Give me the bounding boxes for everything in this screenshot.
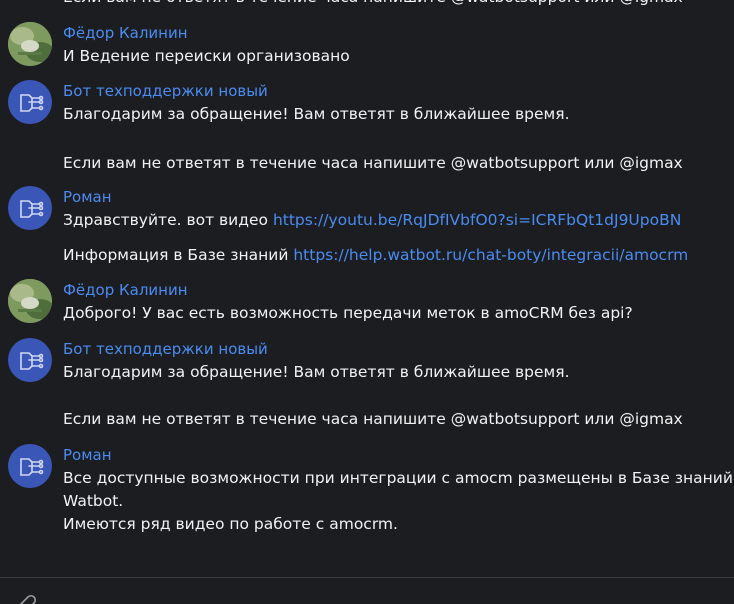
message-text: Все доступные возможности при интеграции… [63,469,733,487]
message-author[interactable]: Фёдор Калинин [63,279,188,301]
paperclip-icon[interactable] [16,592,38,604]
message-text-span: Информация в Базе знаний [63,246,294,264]
message-text-partial: Если вам не ответят в течение часа напиш… [63,0,683,9]
message-text: Watbot. [63,492,124,510]
emoji-icon[interactable] [176,596,188,604]
message-author[interactable]: Фёдор Калинин [63,22,188,44]
message-text: Если вам не ответят в течение часа напиш… [63,154,683,172]
user-photo-avatar[interactable] [8,279,52,323]
message-text: Здравствуйте. вот видео https://youtu.be… [63,209,681,232]
message-author[interactable]: Бот техподдержки новый [63,80,268,102]
user-photo-avatar[interactable] [8,22,52,66]
bot-avatar-icon[interactable] [8,80,52,124]
message-author[interactable]: Роман [63,444,112,466]
video-link[interactable]: https://youtu.be/RqJDfIVbfO0?si=ICRFbQt1… [273,211,681,229]
message-composer[interactable] [0,578,734,604]
bot-avatar-icon[interactable] [8,338,52,382]
message-author[interactable]: Роман [63,186,112,208]
bot-avatar-icon[interactable] [8,186,52,230]
message-text: Если вам не ответят в течение часа напиш… [63,410,683,428]
knowledge-base-link[interactable]: https://help.watbot.ru/chat-boty/integra… [293,246,688,264]
message-text: Информация в Базе знаний https://help.wa… [63,244,688,267]
message-text: Доброго! У вас есть возможность передачи… [63,304,633,322]
message-text: Благодарим за обращение! Вам ответят в б… [63,105,570,123]
message-text-span: Здравствуйте. вот видео [63,211,273,229]
bot-avatar-icon[interactable] [8,444,52,488]
message-text: Имеются ряд видео по работе с amocrm. [63,515,398,533]
message-text: Благодарим за обращение! Вам ответят в б… [63,363,570,381]
chat-history: Если вам не ответят в течение часа напиш… [0,0,734,604]
message-author[interactable]: Бот техподдержки новый [63,338,268,360]
message-text: И Ведение переиски организовано [63,47,350,65]
